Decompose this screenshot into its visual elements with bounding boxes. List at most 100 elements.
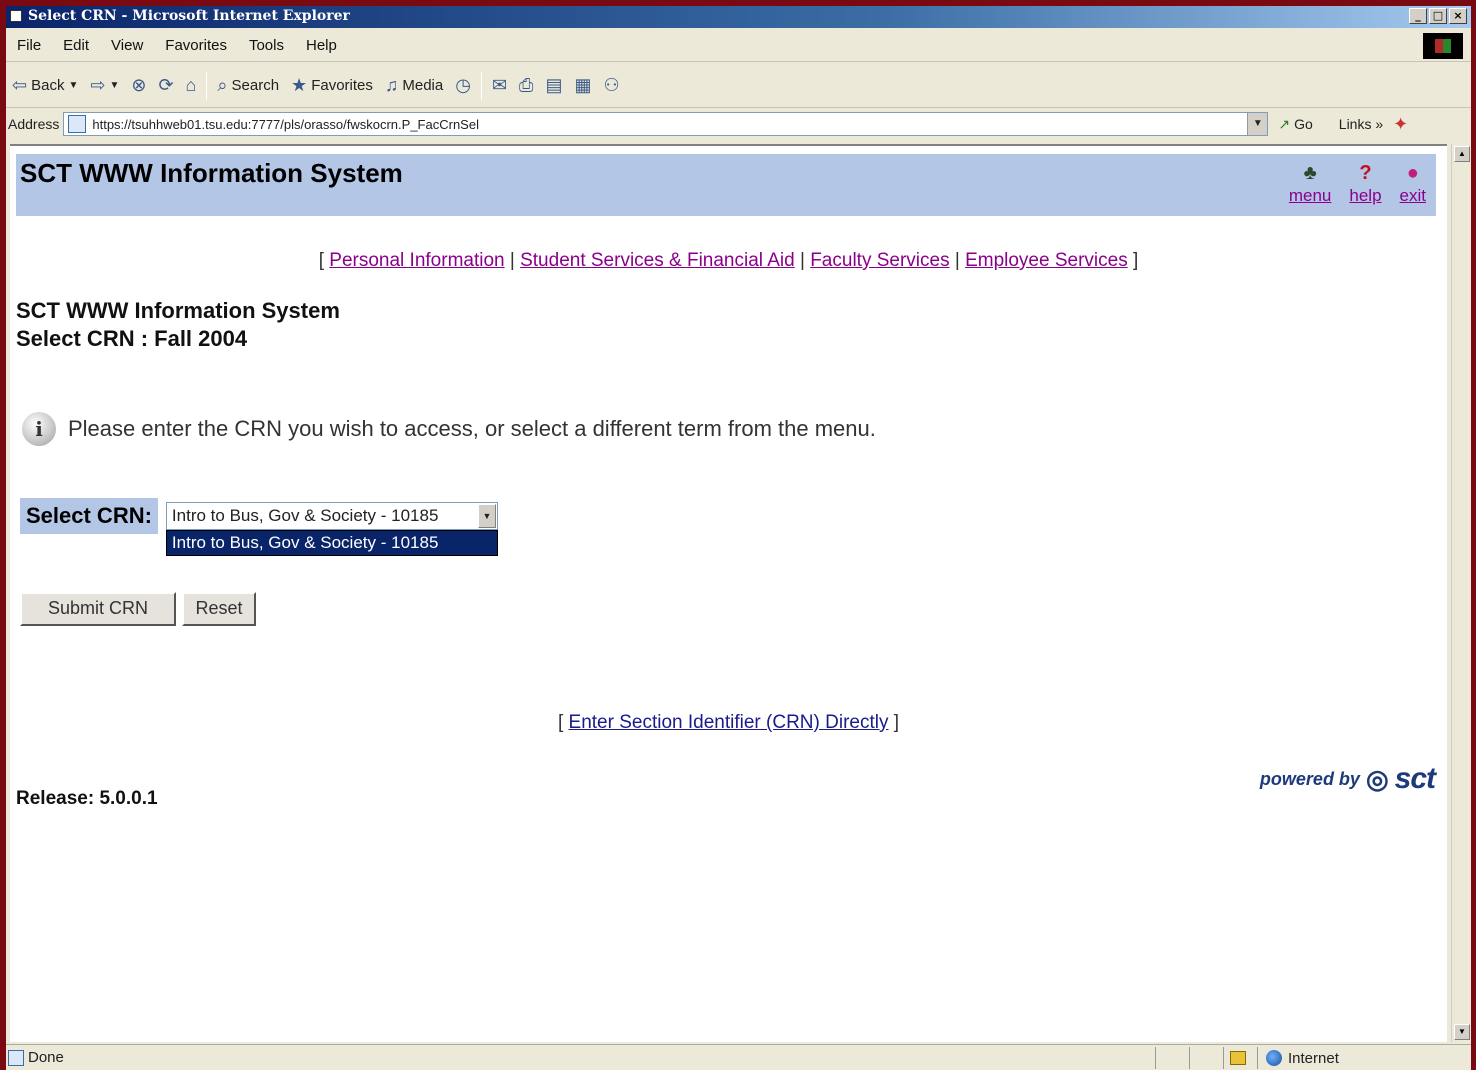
back-button[interactable]: ⇦ Back ▼ bbox=[6, 75, 84, 96]
address-dropdown-icon[interactable]: ▼ bbox=[1247, 113, 1268, 135]
submit-crn-button[interactable]: Submit CRN bbox=[20, 592, 176, 626]
personal-information-link[interactable]: Personal Information bbox=[329, 250, 504, 271]
back-arrow-icon: ⇦ bbox=[12, 75, 28, 95]
crn-select[interactable]: Intro to Bus, Gov & Society - 10185 ▼ bbox=[165, 502, 498, 530]
status-bar: Done Internet bbox=[6, 1044, 1471, 1070]
help-nav[interactable]: ? help bbox=[1349, 160, 1381, 206]
toolbar-separator bbox=[206, 71, 208, 100]
edit-button[interactable]: ▤ bbox=[539, 75, 568, 96]
messenger-button[interactable]: ⚇ bbox=[597, 75, 625, 96]
address-input[interactable]: https://tsuhhweb01.tsu.edu:7777/pls/oras… bbox=[63, 112, 1269, 136]
site-title: SCT WWW Information System bbox=[20, 158, 403, 188]
nav-icons: ♣ menu ? help ● exit bbox=[1289, 160, 1426, 206]
crn-select-value: Intro to Bus, Gov & Society - 10185 bbox=[171, 506, 439, 525]
info-icon: i bbox=[22, 412, 56, 446]
info-message: i Please enter the CRN you wish to acces… bbox=[22, 412, 876, 446]
exit-icon: ● bbox=[1406, 162, 1419, 184]
menu-tree-icon: ♣ bbox=[1303, 162, 1317, 184]
menu-help[interactable]: Help bbox=[295, 37, 348, 54]
reset-button[interactable]: Reset bbox=[182, 592, 256, 626]
links-chevron-icon: » bbox=[1375, 116, 1384, 132]
ie-app-icon bbox=[10, 10, 22, 22]
page-subheading: Select CRN : Fall 2004 bbox=[16, 326, 248, 351]
messenger-icon: ⚇ bbox=[603, 75, 620, 95]
history-icon: ◷ bbox=[455, 75, 471, 95]
enter-crn-directly-link[interactable]: Enter Section Identifier (CRN) Directly bbox=[569, 712, 889, 733]
go-arrow-icon: ↗ bbox=[1278, 115, 1291, 132]
edit-icon: ▤ bbox=[545, 75, 563, 95]
media-icon: ♫ bbox=[384, 75, 399, 95]
lock-icon bbox=[1230, 1051, 1246, 1065]
menu-nav[interactable]: ♣ menu bbox=[1289, 160, 1332, 206]
menu-favorites[interactable]: Favorites bbox=[154, 37, 238, 54]
favorites-button[interactable]: ★ Favorites bbox=[285, 75, 379, 96]
stop-icon: ⊗ bbox=[131, 75, 147, 95]
forward-button[interactable]: ⇨ ▼ bbox=[84, 75, 125, 96]
sct-brand: sct bbox=[1394, 762, 1436, 795]
discuss-button[interactable]: ▦ bbox=[568, 75, 597, 96]
info-text: Please enter the CRN you wish to access,… bbox=[68, 416, 876, 441]
help-link[interactable]: help bbox=[1349, 186, 1381, 206]
discuss-icon: ▦ bbox=[574, 75, 592, 95]
toolbar-separator bbox=[480, 71, 482, 100]
stop-button[interactable]: ⊗ bbox=[125, 75, 152, 96]
vertical-scrollbar[interactable]: ▲ ▼ bbox=[1451, 144, 1471, 1042]
browser-window: Select CRN - Microsoft Internet Explorer… bbox=[6, 6, 1471, 1070]
address-bar: Address https://tsuhhweb01.tsu.edu:7777/… bbox=[6, 109, 1471, 139]
window-title: Select CRN - Microsoft Internet Explorer bbox=[28, 8, 350, 24]
history-button[interactable]: ◷ bbox=[449, 75, 477, 96]
chevron-down-icon[interactable]: ▼ bbox=[477, 504, 496, 528]
forward-dropdown-icon: ▼ bbox=[109, 80, 120, 91]
exit-nav[interactable]: ● exit bbox=[1400, 160, 1426, 206]
address-label: Address bbox=[8, 116, 60, 132]
menu-bar: File Edit View Favorites Tools Help bbox=[6, 30, 1471, 62]
crn-option-highlighted[interactable]: Intro to Bus, Gov & Society - 10185 bbox=[165, 530, 498, 556]
exit-link[interactable]: exit bbox=[1400, 186, 1426, 206]
links-button[interactable]: Links » bbox=[1339, 116, 1383, 132]
header-banner: SCT WWW Information System ♣ menu ? help… bbox=[16, 154, 1436, 216]
mail-button[interactable]: ✉ bbox=[486, 75, 513, 96]
powered-by-sct-logo: powered by ◎ sct bbox=[1260, 762, 1436, 796]
close-button[interactable]: × bbox=[1449, 8, 1467, 24]
scroll-up-icon[interactable]: ▲ bbox=[1454, 146, 1470, 162]
menu-tools[interactable]: Tools bbox=[238, 37, 295, 54]
page-icon bbox=[68, 115, 87, 133]
toolbar-extension-icon[interactable]: ✦ bbox=[1393, 114, 1408, 135]
scroll-down-icon[interactable]: ▼ bbox=[1454, 1024, 1470, 1040]
menu-file[interactable]: File bbox=[6, 37, 52, 54]
windows-logo-icon bbox=[1423, 33, 1463, 59]
maximize-button[interactable]: □ bbox=[1429, 8, 1447, 24]
search-button[interactable]: ⌕ Search bbox=[211, 75, 285, 96]
forward-arrow-icon: ⇨ bbox=[90, 75, 106, 95]
page-done-icon bbox=[8, 1049, 24, 1066]
toolbar: ⇦ Back ▼ ⇨ ▼ ⊗ ⟳ ⌂ ⌕ Search ★ Favorites … bbox=[6, 64, 1471, 108]
print-button[interactable]: ⎙ bbox=[513, 75, 539, 96]
security-zone-text: Internet bbox=[1288, 1049, 1339, 1067]
home-icon: ⌂ bbox=[185, 75, 197, 95]
favorites-icon: ★ bbox=[291, 75, 308, 95]
menu-view[interactable]: View bbox=[100, 37, 154, 54]
bottom-nav-links: [ Enter Section Identifier (CRN) Directl… bbox=[557, 712, 900, 733]
refresh-icon: ⟳ bbox=[158, 75, 174, 95]
home-button[interactable]: ⌂ bbox=[180, 75, 203, 96]
minimize-button[interactable]: _ bbox=[1409, 8, 1427, 24]
faculty-services-link[interactable]: Faculty Services bbox=[810, 250, 949, 271]
media-button[interactable]: ♫ Media bbox=[379, 75, 449, 96]
menu-link[interactable]: menu bbox=[1289, 186, 1332, 206]
menu-edit[interactable]: Edit bbox=[52, 37, 100, 54]
release-info: Release: 5.0.0.1 bbox=[16, 788, 158, 809]
employee-services-link[interactable]: Employee Services bbox=[965, 250, 1128, 271]
address-url: https://tsuhhweb01.tsu.edu:7777/pls/oras… bbox=[92, 116, 479, 132]
page-heading: SCT WWW Information System bbox=[16, 298, 340, 323]
help-icon: ? bbox=[1359, 162, 1372, 184]
print-icon: ⎙ bbox=[519, 75, 534, 95]
refresh-button[interactable]: ⟳ bbox=[152, 75, 179, 96]
go-button[interactable]: ↗ Go bbox=[1278, 116, 1312, 133]
status-text: Done bbox=[28, 1049, 64, 1066]
student-services-link[interactable]: Student Services & Financial Aid bbox=[520, 250, 795, 271]
select-crn-row: Select CRN: Intro to Bus, Gov & Society … bbox=[20, 498, 498, 556]
mail-icon: ✉ bbox=[491, 75, 508, 95]
back-dropdown-icon: ▼ bbox=[68, 80, 79, 91]
web-page: SCT WWW Information System ♣ menu ? help… bbox=[10, 144, 1447, 1042]
search-icon: ⌕ bbox=[217, 75, 228, 95]
